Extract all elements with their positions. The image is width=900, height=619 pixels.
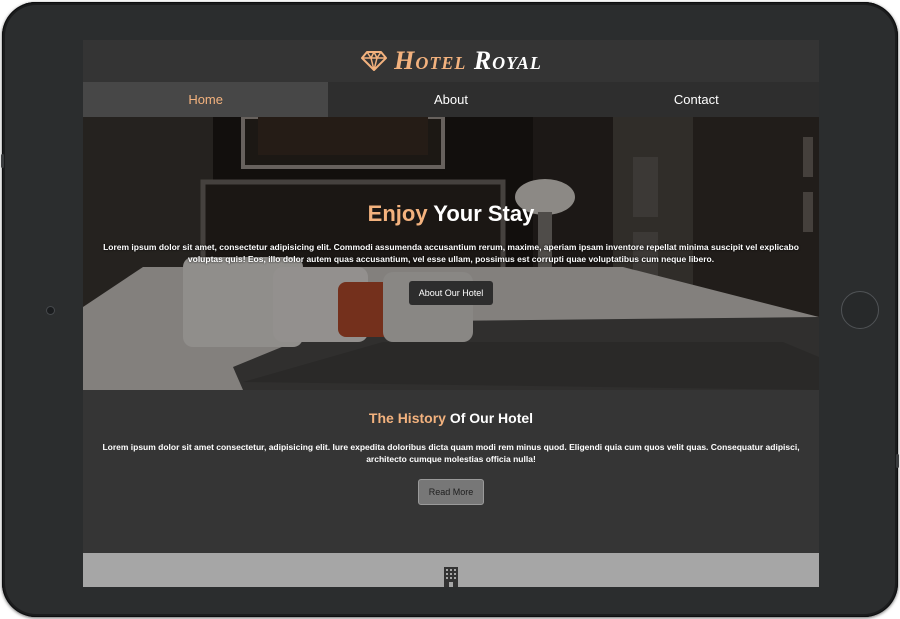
- hero-title-rest: Your Stay: [433, 201, 535, 226]
- hero-content: Enjoy Your Stay Lorem ipsum dolor sit am…: [83, 201, 819, 305]
- site-header: Hotel Royal: [83, 40, 819, 82]
- screen: Hotel Royal Home About Contact Enjoy You…: [83, 40, 819, 587]
- nav-item-home[interactable]: Home: [83, 82, 329, 117]
- history-title-rest: Of Our Hotel: [449, 410, 534, 426]
- services-section: [83, 553, 819, 587]
- diamond-icon: [361, 51, 388, 71]
- home-button[interactable]: [841, 291, 879, 329]
- history-title-accent: The History: [368, 410, 446, 426]
- history-paragraph: Lorem ipsum dolor sit amet consectetur, …: [102, 442, 800, 464]
- read-more-button[interactable]: Read More: [417, 479, 485, 505]
- brand-name-part2: Royal: [473, 46, 542, 75]
- main-nav: Home About Contact: [83, 82, 819, 117]
- hero-paragraph: Lorem ipsum dolor sit amet, consectetur …: [103, 242, 799, 264]
- side-button-left: [1, 154, 4, 168]
- logo[interactable]: Hotel Royal: [360, 46, 542, 76]
- tablet-frame: Hotel Royal Home About Contact Enjoy You…: [1, 2, 899, 617]
- nav-item-about[interactable]: About: [328, 82, 573, 117]
- camera-icon: [47, 307, 54, 314]
- brand-name-part1: Hotel: [394, 46, 467, 75]
- side-button-right: [896, 454, 899, 468]
- nav-item-contact[interactable]: Contact: [574, 82, 819, 117]
- hero-title-accent: Enjoy: [367, 201, 428, 226]
- brand-name: Hotel Royal: [394, 46, 542, 76]
- hero-section: Enjoy Your Stay Lorem ipsum dolor sit am…: [83, 117, 819, 390]
- about-our-hotel-button[interactable]: About Our Hotel: [408, 281, 494, 305]
- history-title: The History Of Our Hotel: [83, 410, 819, 426]
- history-section: The History Of Our Hotel Lorem ipsum dol…: [83, 390, 819, 553]
- hero-title: Enjoy Your Stay: [83, 201, 819, 227]
- building-icon: [444, 567, 458, 587]
